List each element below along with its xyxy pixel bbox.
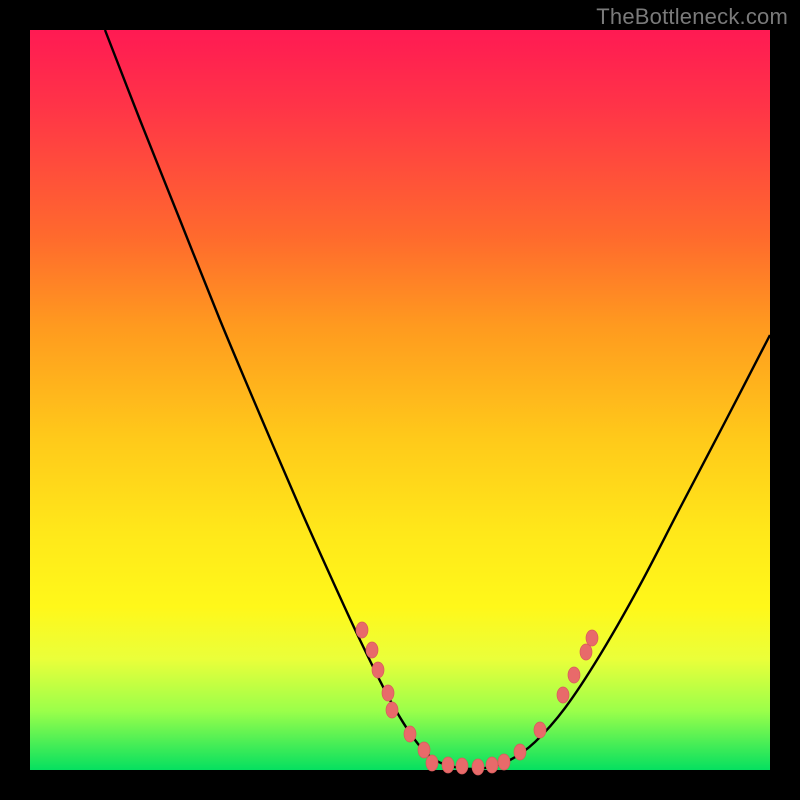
curve-marker [386,702,398,718]
curve-marker [486,757,498,773]
plot-area [30,30,770,770]
curve-markers [356,622,598,775]
bottleneck-curve [105,30,770,769]
curve-marker [557,687,569,703]
curve-marker [426,755,438,771]
curve-marker [498,754,510,770]
curve-marker [404,726,416,742]
chart-frame: TheBottleneck.com [0,0,800,800]
curve-marker [580,644,592,660]
curve-marker [382,685,394,701]
curve-marker [418,742,430,758]
curve-marker [586,630,598,646]
curve-marker [372,662,384,678]
curve-marker [534,722,546,738]
curve-marker [456,758,468,774]
curve-svg [30,30,770,770]
curve-marker [472,759,484,775]
curve-marker [366,642,378,658]
curve-marker [356,622,368,638]
watermark-label: TheBottleneck.com [596,4,788,30]
curve-marker [442,757,454,773]
curve-marker [514,744,526,760]
curve-marker [568,667,580,683]
